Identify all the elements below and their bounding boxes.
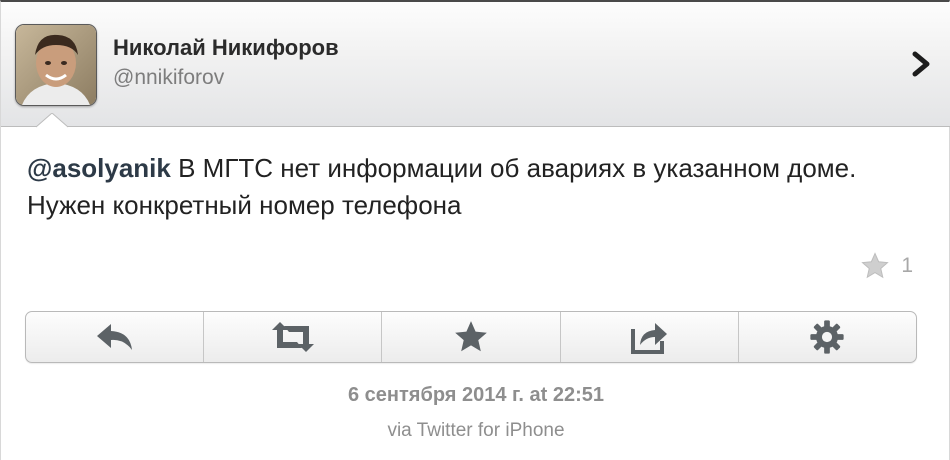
reply-button[interactable] [26, 312, 205, 362]
user-name: Николай Никифоров [113, 35, 339, 60]
star-icon [455, 321, 487, 352]
favorite-count-value: 1 [901, 254, 913, 277]
action-bar [25, 311, 917, 363]
favorite-count[interactable]: 1 [859, 251, 913, 281]
header-pointer [36, 113, 68, 128]
tweet-detail-view: Николай Никифоров @nnikiforov @asolyanik… [0, 0, 950, 460]
retweet-icon [271, 322, 314, 352]
share-button[interactable] [561, 312, 739, 362]
tweet-timestamp: 6 сентября 2014 г. at 22:51 [348, 384, 604, 406]
gear-icon [810, 320, 845, 354]
reply-icon [96, 324, 132, 350]
share-icon [631, 323, 668, 354]
star-icon [861, 252, 890, 279]
user-handle: @nnikiforov [113, 66, 225, 89]
profile-header[interactable]: Николай Никифоров @nnikiforov [1, 2, 950, 127]
avatar-image [16, 25, 96, 105]
chevron-right-icon[interactable] [909, 50, 933, 78]
favorite-button[interactable] [382, 312, 561, 362]
retweet-button[interactable] [204, 312, 383, 362]
avatar[interactable] [15, 24, 97, 106]
mention-link[interactable]: @asolyanik [27, 153, 171, 183]
tweet-text: @asolyanik В МГТС нет информации об авар… [27, 150, 907, 224]
settings-button[interactable] [739, 312, 916, 362]
tweet-source[interactable]: via Twitter for iPhone [1, 420, 950, 442]
